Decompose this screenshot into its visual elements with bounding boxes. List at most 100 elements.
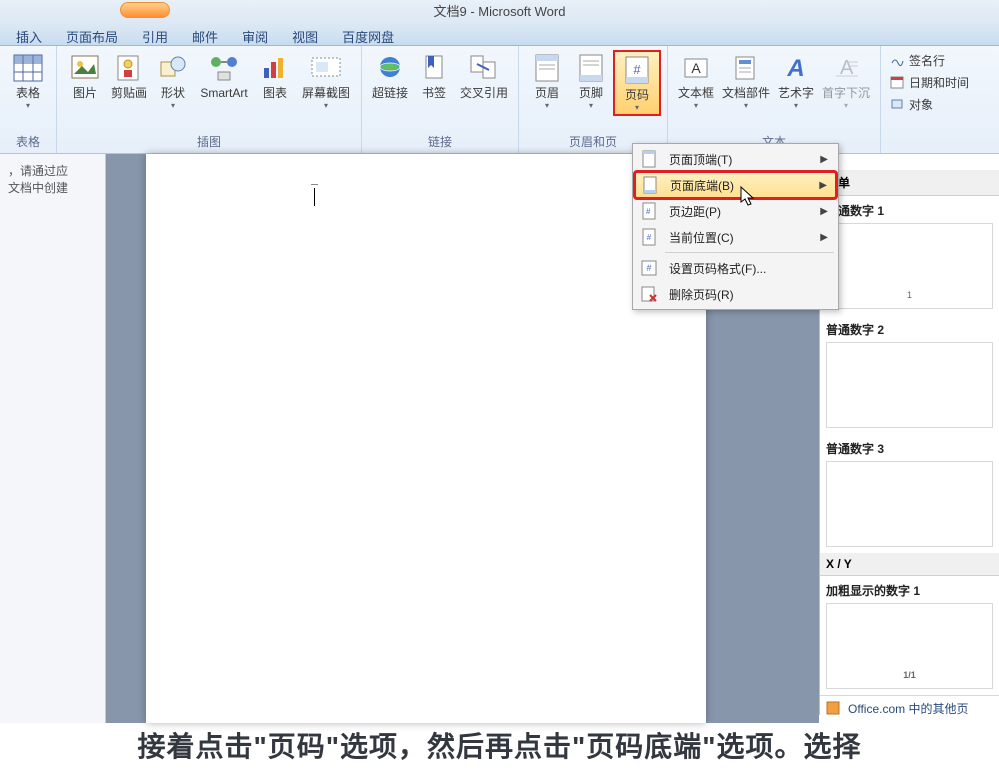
clipart-button[interactable]: 剪贴画: [107, 50, 151, 102]
picture-icon: [69, 52, 101, 84]
wordart-button[interactable]: A 艺术字 ▾: [774, 50, 818, 112]
crossref-button[interactable]: 交叉引用: [456, 50, 512, 102]
hyperlink-button[interactable]: 超链接: [368, 50, 412, 102]
current-position-icon: #: [639, 227, 659, 247]
datetime-icon: [889, 74, 905, 90]
menu-separator: [665, 252, 834, 253]
gallery-header-simple: 简单: [820, 170, 999, 196]
smartart-button[interactable]: SmartArt: [195, 50, 253, 102]
header-button[interactable]: 页眉 ▾: [525, 50, 569, 112]
ribbon-tabstrip: 插入 页面布局 引用 邮件 审阅 视图 百度网盘: [0, 24, 999, 46]
gallery-item-plain3[interactable]: [826, 461, 993, 547]
menu-page-top-label: 页面顶端(T): [669, 151, 820, 168]
pagenumber-button[interactable]: # 页码 ▾: [615, 52, 659, 114]
chart-label: 图表: [263, 86, 287, 100]
textbox-icon: A: [680, 52, 712, 84]
dropdown-arrow-icon: ▾: [635, 103, 639, 112]
menu-current-position[interactable]: # 当前位置(C) ▶: [635, 224, 836, 250]
menu-page-bottom[interactable]: 页面底端(B) ▶: [635, 172, 836, 198]
menu-remove-pagenumber[interactable]: 删除页码(R): [635, 281, 836, 307]
menu-format-label: 设置页码格式(F)...: [669, 260, 832, 277]
tab-baidu[interactable]: 百度网盘: [330, 24, 406, 45]
svg-text:#: #: [646, 263, 651, 273]
group-links-label: 链接: [368, 131, 512, 153]
svg-text:A: A: [786, 55, 804, 82]
smartart-icon: [208, 52, 240, 84]
object-label: 对象: [909, 96, 933, 113]
screenshot-label: 屏幕截图: [302, 86, 350, 100]
menu-format-pagenumber[interactable]: # 设置页码格式(F)...: [635, 255, 836, 281]
gallery-office-label: Office.com 中的其他页: [848, 700, 968, 715]
object-button[interactable]: 对象: [885, 94, 973, 114]
dropdown-arrow-icon: ▾: [545, 101, 549, 110]
format-pagenumber-icon: #: [639, 258, 659, 278]
footer-button[interactable]: 页脚 ▾: [569, 50, 613, 112]
clipart-label: 剪贴画: [111, 86, 147, 100]
tab-view[interactable]: 视图: [280, 24, 330, 45]
wordart-icon: A: [780, 52, 812, 84]
header-label: 页眉: [535, 86, 559, 100]
smartart-label: SmartArt: [200, 86, 247, 100]
svg-text:#: #: [633, 62, 641, 77]
dropdown-arrow-icon: ▾: [589, 101, 593, 110]
gallery-header-xy: X / Y: [820, 553, 999, 576]
chart-button[interactable]: 图表: [253, 50, 297, 102]
quick-access-toolbar: [120, 2, 170, 26]
menu-page-bottom-label: 页面底端(B): [670, 177, 819, 194]
clipart-icon: [113, 52, 145, 84]
quickparts-label: 文档部件: [722, 86, 770, 100]
menu-page-margins-label: 页边距(P): [669, 203, 820, 220]
textbox-button[interactable]: A 文本框 ▾: [674, 50, 718, 112]
screenshot-icon: [310, 52, 342, 84]
submenu-arrow-icon: ▶: [820, 232, 828, 243]
picture-button[interactable]: 图片: [63, 50, 107, 102]
page-bottom-icon: [640, 175, 660, 195]
gallery-item-bold1[interactable]: 1/1: [826, 603, 993, 689]
signature-button[interactable]: 签名行: [885, 50, 973, 70]
menu-page-top[interactable]: 页面顶端(T) ▶: [635, 146, 836, 172]
menu-page-margins[interactable]: # 页边距(P) ▶: [635, 198, 836, 224]
page-top-icon: [639, 149, 659, 169]
dropdown-arrow-icon: ▾: [324, 101, 328, 110]
tables-button[interactable]: 表格 ▾: [6, 50, 50, 112]
svg-text:#: #: [647, 233, 652, 242]
nav-text-line2: 文档中创建: [8, 179, 97, 196]
navigation-pane: ，请通过应 文档中创建: [0, 154, 106, 723]
menu-current-position-label: 当前位置(C): [669, 229, 820, 246]
group-tables-label: 表格: [6, 131, 50, 153]
screenshot-button[interactable]: 屏幕截图 ▾: [297, 50, 355, 112]
group-tables: 表格 ▾ 表格: [0, 46, 57, 153]
dropcap-icon: A: [830, 52, 862, 84]
bookmark-label: 书签: [422, 86, 446, 100]
quickparts-button[interactable]: 文档部件 ▾: [718, 50, 774, 112]
object-icon: [889, 96, 905, 112]
tab-layout[interactable]: 页面布局: [54, 24, 130, 45]
datetime-button[interactable]: 日期和时间: [885, 72, 973, 92]
office-icon: [826, 701, 842, 716]
shapes-button[interactable]: 形状 ▾: [151, 50, 195, 112]
gallery-office-link[interactable]: Office.com 中的其他页: [820, 695, 999, 715]
tab-mailings[interactable]: 邮件: [180, 24, 230, 45]
gallery-item-plain2[interactable]: [826, 342, 993, 428]
tab-insert[interactable]: 插入: [4, 24, 54, 45]
menu-remove-label: 删除页码(R): [669, 286, 832, 303]
document-page[interactable]: [146, 154, 706, 723]
gallery-item-bold1-title: 加粗显示的数字 1: [820, 576, 999, 601]
tables-label: 表格: [16, 86, 40, 100]
group-right-column: 签名行 日期和时间 对象: [881, 46, 977, 153]
textbox-label: 文本框: [678, 86, 714, 100]
tab-review[interactable]: 审阅: [230, 24, 280, 45]
title-bar: 文档9 - Microsoft Word: [0, 0, 999, 24]
hyperlink-label: 超链接: [372, 86, 408, 100]
shapes-label: 形状: [161, 86, 185, 100]
dropdown-arrow-icon: ▾: [26, 101, 30, 110]
group-illustrations-label: 插图: [63, 131, 355, 153]
table-icon: [12, 52, 44, 84]
crossref-icon: [468, 52, 500, 84]
gallery-item-plain1[interactable]: 1: [826, 223, 993, 309]
dropcap-button[interactable]: A 首字下沉 ▾: [818, 50, 874, 112]
bookmark-button[interactable]: 书签: [412, 50, 456, 102]
tab-references[interactable]: 引用: [130, 24, 180, 45]
dropdown-arrow-icon: ▾: [171, 101, 175, 110]
remove-pagenumber-icon: [639, 284, 659, 304]
